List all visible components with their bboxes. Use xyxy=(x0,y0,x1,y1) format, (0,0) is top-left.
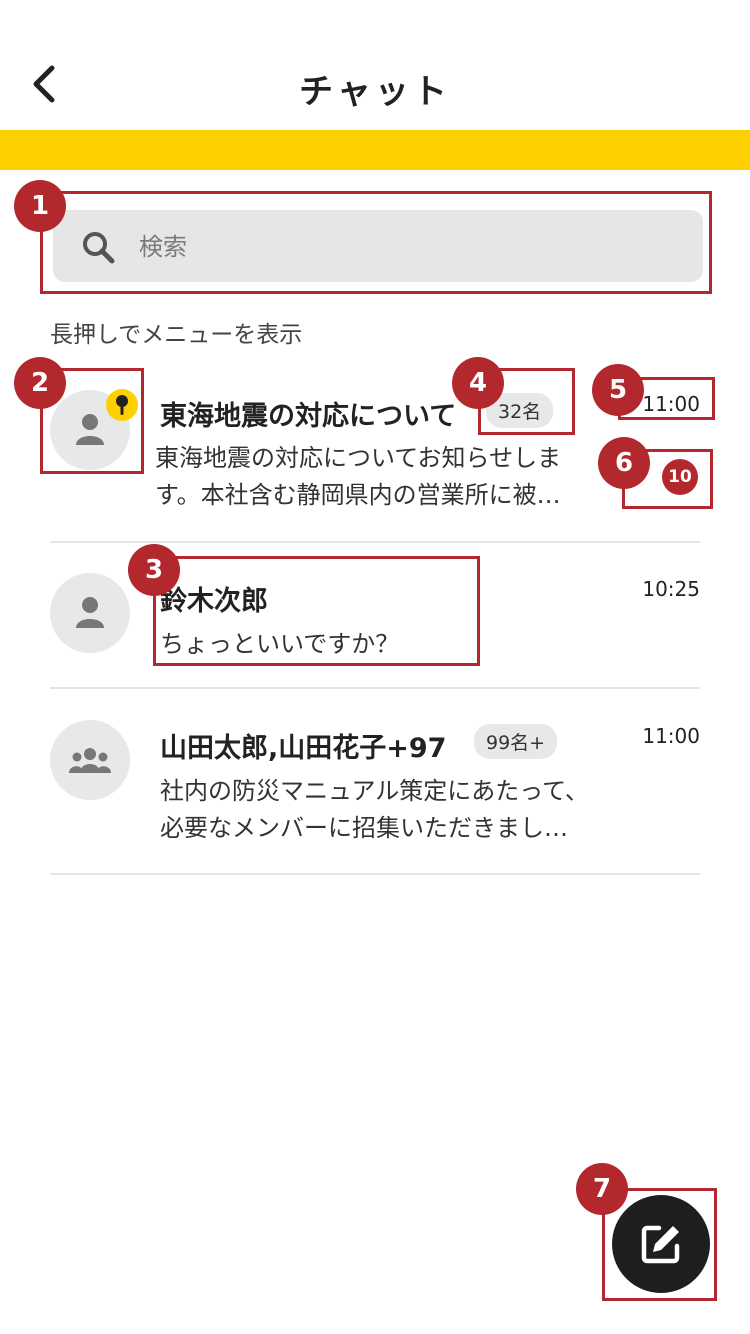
annotation-marker-3: 3 xyxy=(128,544,180,596)
preview-line: 必要なメンバーに招集いただきまし… xyxy=(160,814,568,842)
search-highlight xyxy=(40,191,712,294)
chat-time: 11:00 xyxy=(642,724,700,748)
annotation-marker-2: 2 xyxy=(14,357,66,409)
unread-count-badge: 10 xyxy=(662,459,698,495)
chat-list-item[interactable]: 鈴木次郎 10:25 ちょっといいですか？ xyxy=(0,543,750,688)
divider xyxy=(50,873,700,875)
chat-time: 10:25 xyxy=(642,577,700,601)
annotation-marker-7: 7 xyxy=(576,1163,628,1215)
chat-preview: 東海地震の対応についてお知らせしま す。本社含む静岡県内の営業所に被… xyxy=(155,440,610,514)
accent-bar xyxy=(0,130,750,170)
long-press-hint: 長押しでメニューを表示 xyxy=(50,322,303,348)
app-header: チャット xyxy=(0,0,750,130)
preview-line: 東海地震の対応についてお知らせしま xyxy=(155,444,562,472)
preview-line: ちょっといいですか？ xyxy=(160,630,400,658)
annotation-marker-1: 1 xyxy=(14,180,66,232)
avatar xyxy=(50,573,130,653)
search-icon xyxy=(83,232,115,264)
chat-preview: 社内の防災マニュアル策定にあたって、 必要なメンバーに招集いただきまし… xyxy=(160,773,615,847)
compose-icon xyxy=(641,1225,680,1264)
annotation-marker-6: 6 xyxy=(598,437,650,489)
avatar xyxy=(50,720,130,800)
annotation-marker-4: 4 xyxy=(452,357,504,409)
chat-list-item[interactable]: 山田太郎,山田花子+97 99名+ 11:00 社内の防災マニュアル策定にあたっ… xyxy=(0,689,750,874)
chat-name: 山田太郎,山田花子+97 xyxy=(160,733,447,764)
person-icon xyxy=(76,414,104,445)
compose-button[interactable] xyxy=(612,1195,710,1293)
annotation-marker-5: 5 xyxy=(592,364,644,416)
pin-icon xyxy=(106,389,138,421)
preview-line: す。本社含む静岡県内の営業所に被… xyxy=(155,481,561,509)
chat-name: 東海地震の対応について xyxy=(160,401,457,432)
person-icon xyxy=(76,597,104,628)
search-input[interactable] xyxy=(137,210,681,284)
chat-time: 11:00 xyxy=(642,392,700,416)
group-icon xyxy=(69,748,111,773)
page-title: チャット xyxy=(299,72,451,112)
member-count-badge: 99名+ xyxy=(474,724,558,759)
chat-preview: ちょっといいですか？ xyxy=(160,626,615,663)
chat-name: 鈴木次郎 xyxy=(160,586,268,617)
search-box[interactable] xyxy=(53,210,703,284)
preview-line: 社内の防災マニュアル策定にあたって、 xyxy=(160,777,589,805)
